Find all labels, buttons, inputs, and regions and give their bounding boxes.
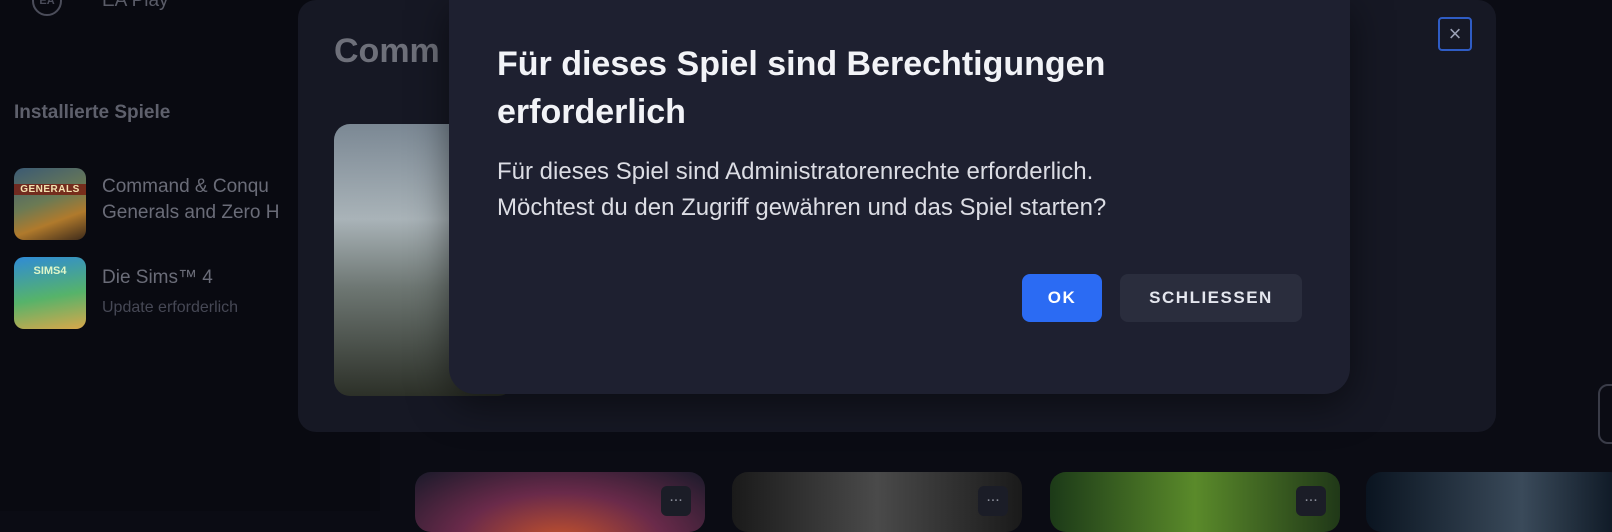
- game-item-generals[interactable]: GENERALS Command & Conqu Generals and Ze…: [14, 168, 279, 240]
- game-thumbnail: GENERALS: [14, 168, 86, 240]
- game-thumbnail-tag: SIMS4: [33, 265, 67, 277]
- side-scroll-handle[interactable]: [1598, 384, 1612, 444]
- game-title: Die Sims™ 4: [102, 267, 213, 288]
- more-options-icon[interactable]: ...: [661, 486, 691, 516]
- more-options-icon[interactable]: ...: [978, 486, 1008, 516]
- game-status: Update erforderlich: [102, 299, 239, 316]
- ea-logo-icon: EA: [32, 0, 62, 16]
- ea-play-nav-item[interactable]: EA EA Play: [32, 0, 169, 16]
- game-card[interactable]: ...: [1050, 472, 1340, 532]
- more-options-icon[interactable]: ...: [1296, 486, 1326, 516]
- game-detail-title: Comm: [334, 32, 440, 70]
- game-card[interactable]: [1366, 472, 1612, 532]
- close-button[interactable]: SCHLIESSEN: [1120, 274, 1302, 322]
- game-thumbnail: SIMS4: [14, 257, 86, 329]
- game-card[interactable]: ...: [732, 472, 1022, 532]
- game-item-sims4[interactable]: SIMS4 Die Sims™ 4 Update erforderlich: [14, 257, 238, 329]
- game-title: Command & Conqu Generals and Zero H: [102, 176, 280, 223]
- ok-button[interactable]: OK: [1022, 274, 1102, 322]
- ea-play-label: EA Play: [102, 0, 169, 11]
- close-icon[interactable]: ×: [1438, 17, 1472, 51]
- installed-games-heading: Installierte Spiele: [14, 102, 171, 123]
- game-thumbnail-tag: GENERALS: [14, 184, 86, 195]
- dialog-message: Für dieses Spiel sind Administratorenrec…: [497, 158, 1107, 221]
- game-card[interactable]: ...: [415, 472, 705, 532]
- dialog-heading: Für dieses Spiel sind Berechtigungen erf…: [497, 45, 1106, 131]
- permission-dialog: Für dieses Spiel sind Berechtigungen erf…: [449, 0, 1350, 394]
